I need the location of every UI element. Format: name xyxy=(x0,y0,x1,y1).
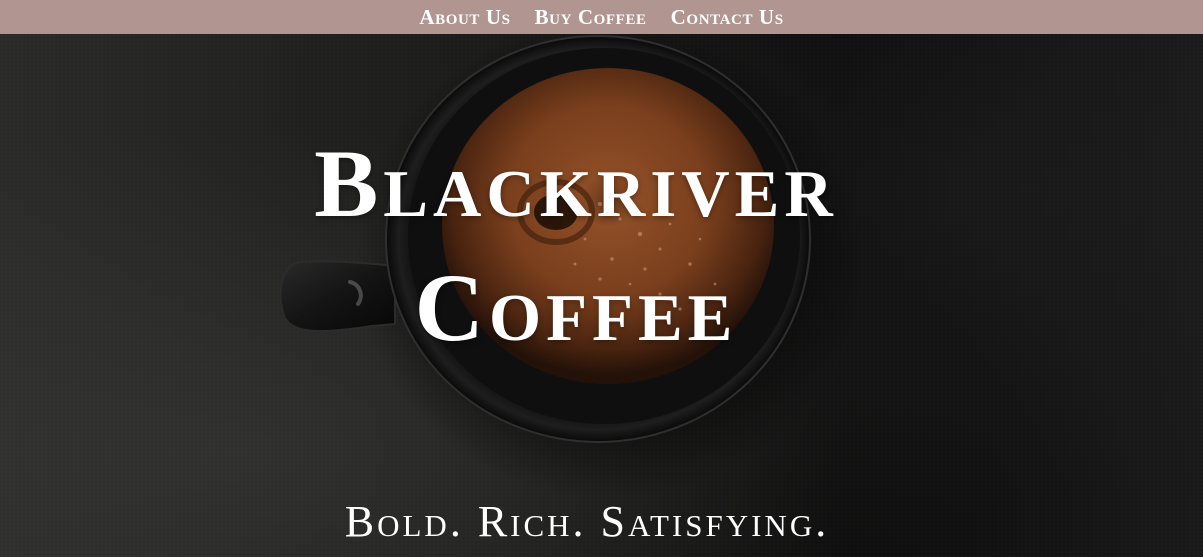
brand-tagline: Bold. Rich. Satisfying. xyxy=(344,497,830,546)
brand-title-line-1: Blackriver xyxy=(314,130,838,237)
hero-section: Blackriver Coffee Bold. Rich. Satisfying… xyxy=(0,34,1203,557)
page: About Us Buy Coffee Contact Us Blackrive… xyxy=(0,0,1203,557)
brand-title: Blackriver Coffee xyxy=(0,122,1152,370)
nav-link-buy-coffee[interactable]: Buy Coffee xyxy=(535,0,647,34)
brand-title-line-2: Coffee xyxy=(414,254,738,361)
nav-link-contact-us[interactable]: Contact Us xyxy=(671,0,784,34)
nav-link-about-us[interactable]: About Us xyxy=(419,0,510,34)
top-nav: About Us Buy Coffee Contact Us xyxy=(0,0,1203,34)
